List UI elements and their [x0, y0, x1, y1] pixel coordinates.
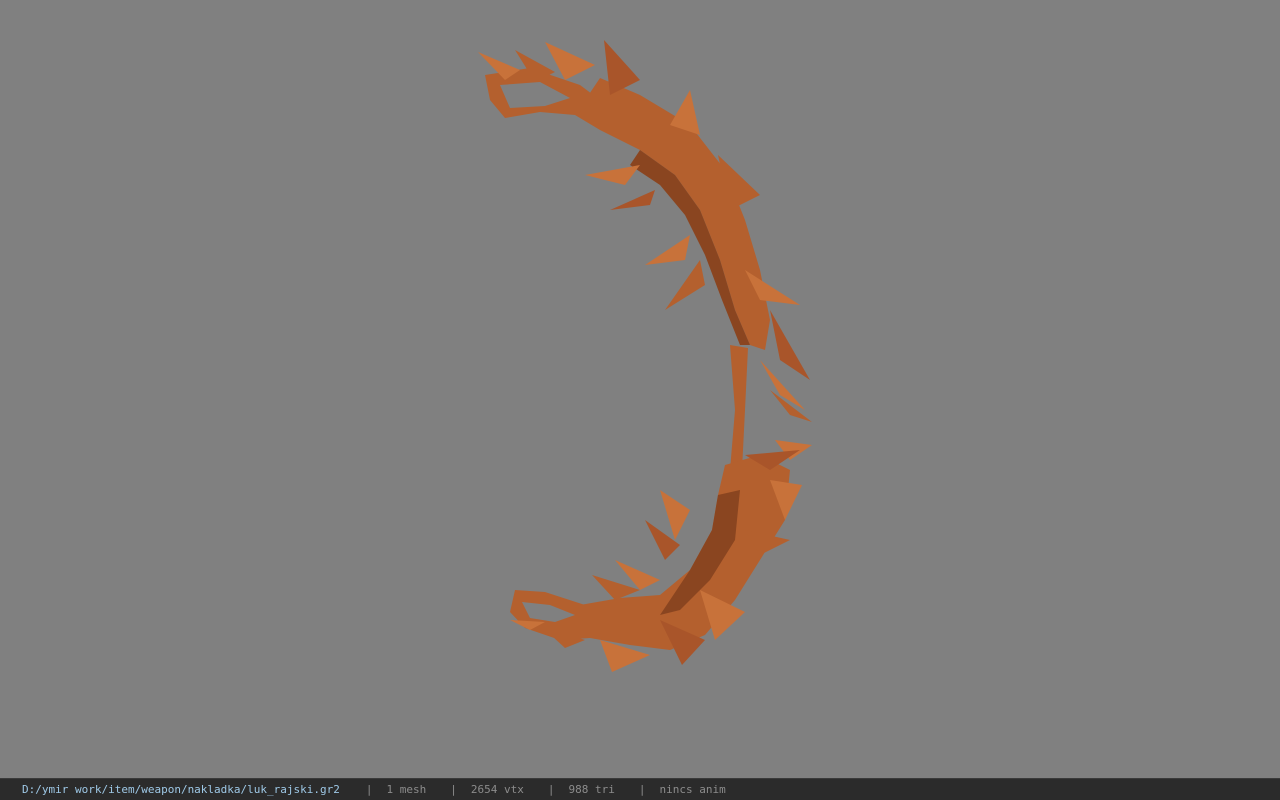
separator: |	[638, 783, 646, 796]
status-bar: D:/ymir work/item/weapon/nakladka/luk_ra…	[0, 778, 1280, 800]
model-render	[478, 40, 812, 672]
separator: |	[365, 783, 373, 796]
separator: |	[450, 783, 457, 796]
3d-viewport[interactable]	[0, 0, 1280, 778]
upper-spike	[545, 42, 595, 80]
file-path: D:/ymir work/item/weapon/nakladka/luk_ra…	[22, 783, 340, 796]
upper-spike	[645, 235, 690, 265]
bow-model	[478, 40, 812, 672]
upper-spike	[770, 310, 810, 380]
separator: |	[547, 783, 555, 796]
upper-spike	[585, 165, 640, 185]
upper-spike	[610, 190, 655, 210]
triangle-count: 988 tri	[568, 783, 615, 796]
upper-spike	[665, 260, 705, 310]
grip	[730, 345, 748, 470]
vertex-count: 2654 vtx	[470, 783, 524, 796]
lower-spike	[660, 490, 690, 540]
lower-limb	[560, 455, 790, 650]
upper-limb	[575, 78, 770, 350]
anim-status: nincs anim	[659, 783, 726, 796]
mesh-count: 1 mesh	[386, 783, 427, 796]
upper-spike	[604, 40, 640, 95]
